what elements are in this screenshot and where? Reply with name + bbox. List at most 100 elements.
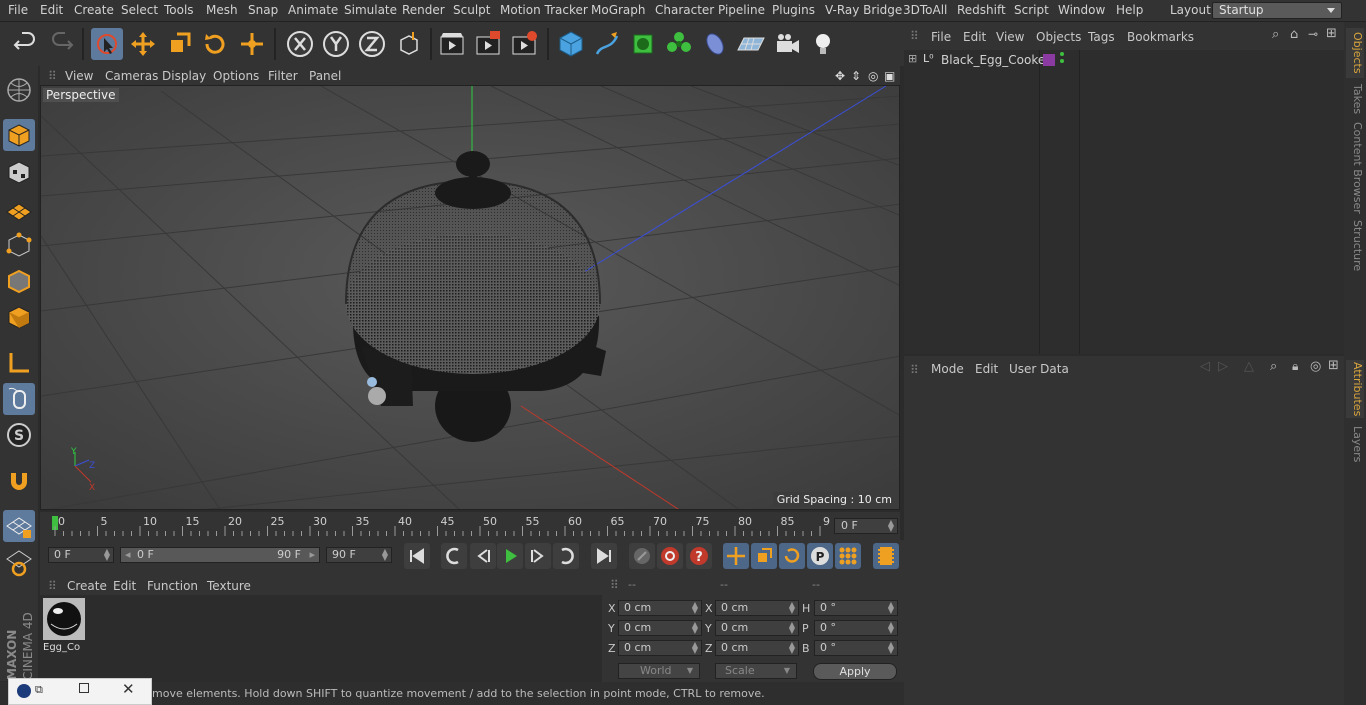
tab-content-browser[interactable]: Content Browser (1346, 122, 1364, 214)
link-icon[interactable]: ⊸ (1308, 27, 1318, 41)
viewport-menu-view[interactable]: View (65, 69, 93, 83)
next-frame-button[interactable] (525, 543, 551, 569)
tab-layers[interactable]: Layers (1346, 424, 1364, 464)
menu-window[interactable]: Window (1058, 3, 1105, 17)
key-position-button[interactable] (723, 543, 749, 569)
menu-sculpt[interactable]: Sculpt (453, 3, 490, 17)
menu-3dtoall[interactable]: 3DToAll (903, 3, 947, 17)
menu-simulate[interactable]: Simulate (344, 3, 397, 17)
rot-h-field[interactable]: 0 ° ▲ ▼ (814, 600, 898, 616)
redo-button[interactable] (45, 28, 77, 60)
menu-render[interactable]: Render (402, 3, 445, 17)
render-view-button[interactable] (436, 28, 468, 60)
size-mode-dropdown[interactable]: Scale ▼ (715, 663, 797, 679)
size-y-field[interactable]: 0 cm ▲ ▼ (715, 620, 799, 636)
attributes-menu-edit[interactable]: Edit (975, 362, 998, 376)
menu-edit[interactable]: Edit (40, 3, 63, 17)
minimized-window-bar[interactable]: ⧉ ✕ (8, 678, 152, 705)
rot-p-field[interactable]: 0 ° ▲ ▼ (814, 620, 898, 636)
rot-b-field[interactable]: 0 ° ▲ ▼ (814, 640, 898, 656)
menu-create[interactable]: Create (74, 3, 114, 17)
menu-select[interactable]: Select (121, 3, 158, 17)
objects-menu-objects[interactable]: Objects (1036, 30, 1081, 44)
objects-menu-file[interactable]: File (931, 30, 951, 44)
pos-x-field[interactable]: 0 cm ▲ ▼ (618, 600, 702, 616)
menu-mograph[interactable]: MoGraph (591, 3, 646, 17)
layer-color-swatch[interactable] (1043, 54, 1055, 66)
material-swatch[interactable]: Egg_Co (43, 598, 85, 653)
go-to-start-button[interactable] (404, 543, 430, 569)
pan-view-icon[interactable]: ✥ (835, 69, 845, 83)
model-mode-button[interactable] (3, 119, 35, 151)
tab-attributes[interactable]: Attributes (1346, 360, 1364, 418)
objects-menu-tags[interactable]: Tags (1088, 30, 1115, 44)
viewport-menu-cameras[interactable]: Cameras (105, 69, 158, 83)
objects-menu-view[interactable]: View (996, 30, 1024, 44)
live-selection-button[interactable] (91, 28, 123, 60)
menu-redshift[interactable]: Redshift (957, 3, 1006, 17)
y-axis-lock-button[interactable] (320, 28, 352, 60)
tab-objects[interactable]: Objects (1346, 28, 1364, 78)
menu-tools[interactable]: Tools (164, 3, 194, 17)
menu-pipeline[interactable]: Pipeline (718, 3, 765, 17)
home-icon[interactable]: ⌂ (1290, 27, 1298, 42)
viewport-menu-options[interactable]: Options (213, 69, 259, 83)
objects-menu-bookmarks[interactable]: Bookmarks (1127, 30, 1194, 44)
snap-toggle-button[interactable] (3, 465, 35, 497)
expand-plus-icon[interactable]: ⊞ (908, 52, 917, 65)
z-axis-lock-button[interactable] (356, 28, 388, 60)
maximize-view-icon[interactable]: ▣ (884, 69, 895, 83)
pos-z-field[interactable]: 0 cm ▲ ▼ (618, 640, 702, 656)
tab-takes[interactable]: Takes (1346, 82, 1364, 116)
menu-snap[interactable]: Snap (248, 3, 278, 17)
workplane-snap-button[interactable] (3, 510, 35, 542)
viewport-camera-label[interactable]: Perspective (43, 88, 119, 102)
menu-animate[interactable]: Animate (288, 3, 338, 17)
render-visibility-dot[interactable] (1060, 59, 1064, 63)
lock-icon[interactable]: 🔒︎ (1292, 359, 1298, 374)
record-keys-disabled-button[interactable] (629, 543, 655, 569)
render-settings-button[interactable] (508, 28, 540, 60)
record-active-objects-button[interactable] (657, 543, 683, 569)
attributes-menu-user-data[interactable]: User Data (1009, 362, 1069, 376)
new-panel-icon[interactable]: ⊞ (1326, 26, 1337, 41)
size-x-field[interactable]: 0 cm ▲ ▼ (715, 600, 799, 616)
settings-icon[interactable]: ◎ (1310, 359, 1321, 374)
rotate-tool-button[interactable] (199, 28, 231, 60)
current-frame-field[interactable]: 0 F ▲ ▼ (834, 518, 898, 534)
menu-plugins[interactable]: Plugins (772, 3, 815, 17)
menu-vray-bridge[interactable]: V-Ray Bridge (825, 3, 902, 17)
scale-tool-button[interactable] (163, 28, 195, 60)
tab-structure[interactable]: Structure (1346, 220, 1364, 272)
add-cloner-button[interactable] (663, 28, 695, 60)
menu-script[interactable]: Script (1014, 3, 1049, 17)
solo-button[interactable]: S (3, 419, 35, 451)
next-key-button[interactable] (553, 543, 579, 569)
enable-axis-button[interactable] (3, 347, 35, 379)
previous-frame-button[interactable] (470, 543, 496, 569)
menu-file[interactable]: File (8, 3, 28, 17)
go-to-end-button[interactable] (591, 543, 617, 569)
menu-motion-tracker[interactable]: Motion Tracker (500, 3, 588, 17)
make-editable-button[interactable] (3, 74, 35, 106)
add-camera-button[interactable] (771, 28, 803, 60)
attributes-menu-mode[interactable]: Mode (931, 362, 964, 376)
new-panel-icon[interactable]: ⊞ (1328, 358, 1339, 373)
previous-key-button[interactable] (441, 543, 467, 569)
add-deformer-button[interactable] (699, 28, 731, 60)
maximize-icon[interactable] (79, 683, 89, 693)
restore-icon[interactable]: ⧉ (35, 683, 43, 697)
add-light-button[interactable] (807, 28, 839, 60)
viewport-menu-panel[interactable]: Panel (309, 69, 341, 83)
undo-button[interactable] (10, 28, 42, 60)
play-button[interactable] (497, 543, 523, 569)
quantize-button[interactable] (3, 547, 35, 579)
search-icon[interactable]: ⌕ (1272, 27, 1279, 42)
zoom-view-icon[interactable]: ⇕ (851, 69, 861, 83)
object-name[interactable]: Black_Egg_Cooker (941, 53, 1050, 67)
editor-visibility-dot[interactable] (1060, 52, 1064, 56)
object-row[interactable]: ⊞ L⁰ Black_Egg_Cooker (904, 50, 1344, 70)
back-arrow-icon[interactable]: ◁ (1200, 359, 1210, 374)
key-pla-button[interactable] (835, 543, 861, 569)
workplane-mode-button[interactable] (3, 192, 35, 224)
